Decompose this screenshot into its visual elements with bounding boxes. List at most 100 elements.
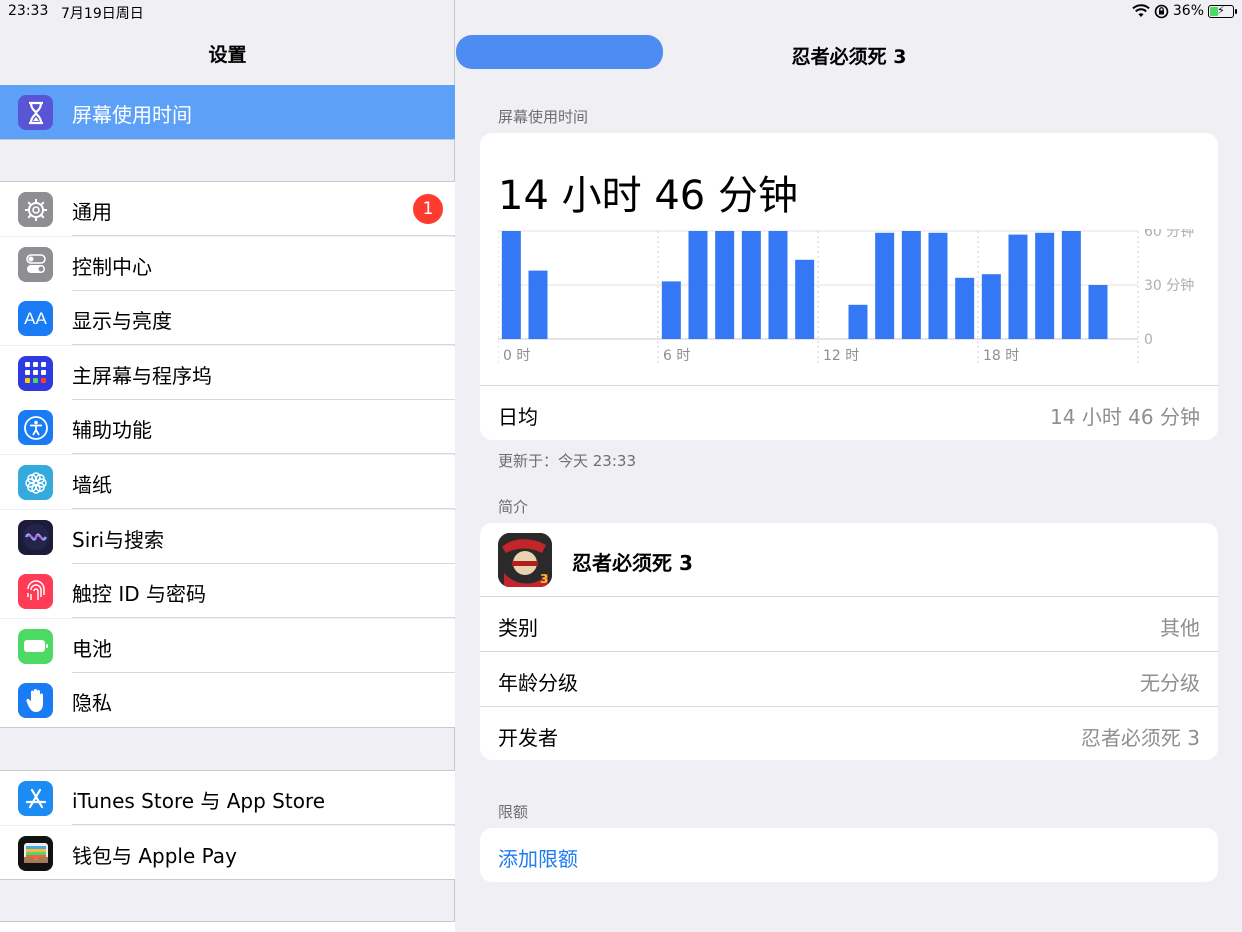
sidebar-item-label: 显示与亮度 xyxy=(72,309,172,334)
bar xyxy=(795,259,815,339)
bar xyxy=(715,231,735,339)
sidebar-title: 设置 xyxy=(208,44,247,66)
daily-average-value: 14 小时 46 分钟 xyxy=(1050,405,1200,429)
sidebar-item-label: Siri与搜索 xyxy=(72,527,165,552)
sidebar-item-label: 电池 xyxy=(72,636,112,661)
info-key: 年龄分级 xyxy=(498,671,578,695)
hourly-usage-chart: 0 时 6 时 12 时 18 时 60 分钟 30 分钟 0 xyxy=(498,229,1194,364)
info-value: 其他 xyxy=(1160,616,1200,640)
sidebar-item-label: 辅助功能 xyxy=(72,418,152,443)
accessibility-icon xyxy=(18,410,53,446)
hand-icon xyxy=(18,683,53,719)
svg-text:3: 3 xyxy=(540,572,548,586)
sidebar-item-hand[interactable]: 隐私 xyxy=(0,673,455,728)
y-tick-label: 60 分钟 xyxy=(1144,229,1194,240)
total-usage: 14 小时 46 分钟 xyxy=(498,173,798,219)
info-value: 忍者必须死 3 xyxy=(1080,726,1200,750)
updated-text: 更新于：今天 23:33 xyxy=(498,452,636,470)
bar xyxy=(981,274,1001,339)
bar xyxy=(1088,285,1108,339)
wifi-icon xyxy=(1132,4,1150,17)
sidebar-item-label: 主屏幕与程序坞 xyxy=(72,363,212,388)
bar xyxy=(955,277,975,339)
info-row: 类别 其他 xyxy=(480,596,1218,651)
info-key: 类别 xyxy=(498,616,538,640)
sidebar-item-accessibility[interactable]: 辅助功能 xyxy=(0,400,455,455)
battery-icon xyxy=(18,628,53,664)
app-icon: 3 xyxy=(498,533,552,587)
info-key: 开发者 xyxy=(498,726,558,750)
bar xyxy=(1035,232,1055,339)
sidebar-item-label: 钱包与 Apple Pay xyxy=(72,843,237,868)
bar xyxy=(848,304,868,339)
bar xyxy=(928,232,948,339)
sidebar-item-label: 隐私 xyxy=(72,691,112,716)
divider xyxy=(0,879,455,880)
sidebar-item-app-store[interactable]: iTunes Store 与 App Store xyxy=(0,771,455,825)
section-label-info: 简介 xyxy=(498,498,529,516)
x-tick-label: 12 时 xyxy=(823,348,859,364)
sidebar-item-flower[interactable]: 墙纸 xyxy=(0,455,455,509)
info-value: 无分级 xyxy=(1140,671,1200,695)
text-size-icon: AA xyxy=(18,301,53,337)
bar xyxy=(875,232,895,339)
section-label-usage: 屏幕使用时间 xyxy=(498,108,589,126)
sidebar-item-wallet[interactable]: 钱包与 Apple Pay xyxy=(0,825,455,880)
bar xyxy=(768,231,788,339)
bar xyxy=(501,231,521,339)
charging-bolt-icon: ⚡ xyxy=(1217,3,1225,17)
bar xyxy=(1008,234,1028,339)
fingerprint-icon xyxy=(18,574,53,610)
section-label-limit: 限额 xyxy=(498,803,529,821)
toggles-icon xyxy=(18,246,53,282)
sidebar-item-gear[interactable]: 通用 1 xyxy=(0,182,455,236)
x-tick-label: 0 时 xyxy=(503,348,530,364)
add-limit-button[interactable]: 添加限额 xyxy=(498,843,578,872)
divider xyxy=(0,727,455,728)
sidebar-item-home-grid[interactable]: 主屏幕与程序坞 xyxy=(0,345,455,400)
hourglass-icon xyxy=(18,95,53,130)
status-bar: 23:33 7月19日周日 36% ⚡ xyxy=(0,0,1242,24)
sidebar-item-siri[interactable]: Siri与搜索 xyxy=(0,509,455,564)
bar xyxy=(741,231,761,339)
x-tick-label: 18 时 xyxy=(983,348,1019,364)
y-tick-label: 30 分钟 xyxy=(1144,277,1194,294)
limit-card: 添加限额 xyxy=(480,828,1218,882)
orientation-lock-icon xyxy=(1154,4,1169,18)
bar xyxy=(528,270,548,339)
wallet-icon xyxy=(18,835,53,871)
daily-average-row: 日均 14 小时 46 分钟 xyxy=(480,385,1218,440)
sidebar-item-text-size[interactable]: AA 显示与亮度 xyxy=(0,291,455,346)
notification-badge: 1 xyxy=(413,194,443,224)
sidebar-item-label: 通用 xyxy=(72,200,112,224)
battery-percent: 36% xyxy=(1172,3,1204,19)
bar xyxy=(688,231,708,339)
info-row: 年龄分级 无分级 xyxy=(480,651,1218,706)
sidebar-item-label: 墙纸 xyxy=(72,473,112,497)
x-tick-label: 6 时 xyxy=(663,348,690,364)
detail-pane: 忍者必须死 3 屏幕使用时间 14 小时 46 分钟 0 时 6 时 12 时 18 … xyxy=(456,0,1242,932)
info-card: 3 忍者必须死 3 类别 其他年龄分级 无分级开发者 忍者必须死 3 xyxy=(480,523,1218,760)
gear-icon xyxy=(18,192,53,227)
sidebar-item-screen-time[interactable]: 屏幕使用时间 xyxy=(0,85,455,139)
usage-card: 14 小时 46 分钟 0 时 6 时 12 时 18 时 60 分钟 30 分钟 0 日均… xyxy=(480,133,1218,440)
divider xyxy=(0,139,455,140)
app-name: 忍者必须死 3 xyxy=(572,551,693,575)
status-right: 36% ⚡ xyxy=(1132,3,1237,19)
sidebar-item-label: 触控 ID 与密码 xyxy=(72,582,207,607)
sidebar-item-fingerprint[interactable]: 触控 ID 与密码 xyxy=(0,564,455,619)
bar xyxy=(901,231,921,339)
status-date: 7月19日周日 xyxy=(61,6,144,22)
detail-title: 忍者必须死 3 xyxy=(791,46,907,68)
status-time: 23:33 xyxy=(8,3,49,19)
bar xyxy=(1061,231,1081,339)
info-row: 开发者 忍者必须死 3 xyxy=(480,706,1218,761)
flower-icon xyxy=(18,465,53,500)
app-store-icon xyxy=(18,781,53,816)
sidebar-item-label: iTunes Store 与 App Store xyxy=(72,789,326,813)
bar xyxy=(661,281,681,339)
sidebar-item-toggles[interactable]: 控制中心 xyxy=(0,236,455,291)
sidebar-item-battery[interactable]: 电池 xyxy=(0,618,455,673)
sidebar-item-partial[interactable] xyxy=(0,922,455,932)
y-tick-label: 0 xyxy=(1144,332,1153,348)
